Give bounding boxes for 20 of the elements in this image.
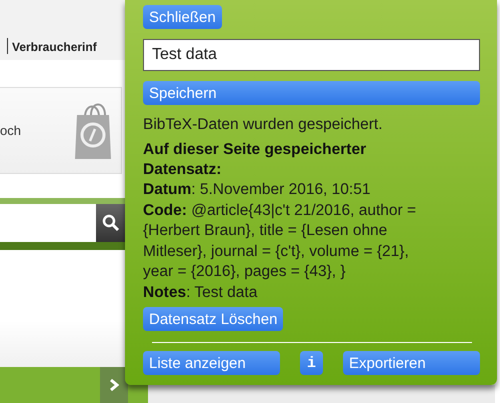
shop-card[interactable]: och bbox=[0, 87, 122, 174]
delete-button[interactable]: Datensatz Löschen bbox=[143, 307, 284, 331]
record-field: Datum: 5.November 2016, 10:51 bbox=[143, 180, 480, 200]
footer-button[interactable]: Exportieren bbox=[343, 351, 480, 375]
nav-link[interactable]: Verbraucherinf bbox=[12, 40, 97, 54]
search-icon bbox=[102, 214, 120, 232]
info-button[interactable]: i bbox=[300, 351, 323, 375]
record-field: Notes: Test data bbox=[143, 282, 480, 303]
record-heading: Auf dieser Seite gespeicherter Datensatz: bbox=[143, 140, 368, 180]
notes-field[interactable]: Test data bbox=[143, 39, 480, 71]
close-button[interactable]: Schließen bbox=[143, 5, 222, 29]
save-button[interactable]: Speichern bbox=[143, 81, 480, 105]
next-button[interactable] bbox=[100, 367, 128, 403]
footer-button[interactable]: Liste anzeigen bbox=[143, 351, 280, 375]
status-message: BibTeX-Daten wurden gespeichert. bbox=[143, 115, 384, 135]
search-button[interactable] bbox=[96, 204, 126, 242]
search-field[interactable] bbox=[0, 204, 96, 242]
chevron-icon bbox=[109, 378, 119, 392]
record-field: Code: @article{43|c't 21/2016, author = {Herbert Braun}, title = {Lesen ohne Mitleser}, journal = {c't}, volume = {21}, year = {2016}, pages = {43}, } bbox=[143, 200, 480, 282]
shop-text: och bbox=[0, 123, 21, 138]
